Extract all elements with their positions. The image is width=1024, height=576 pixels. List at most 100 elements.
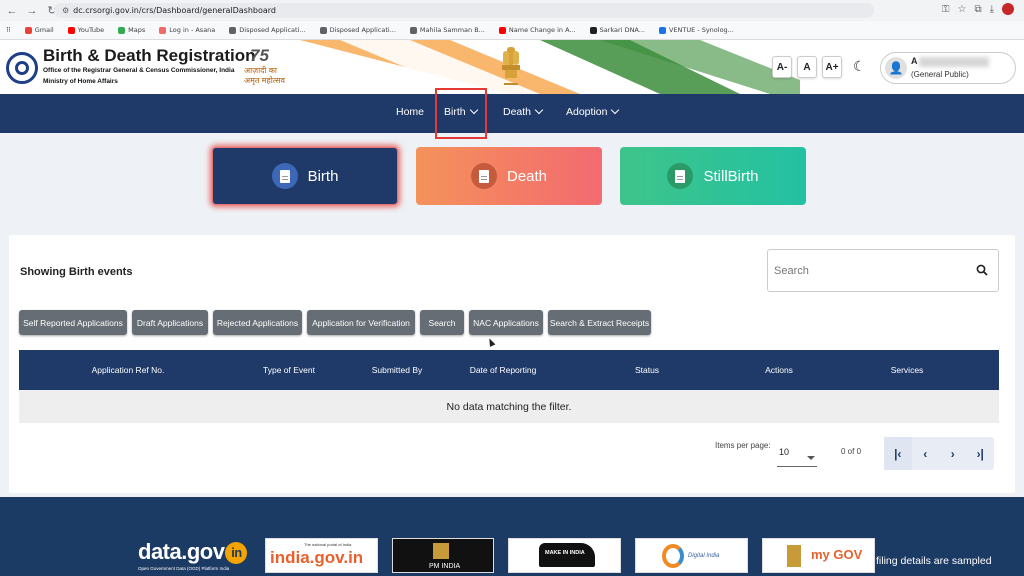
bookmark-item[interactable]: Maps <box>118 26 145 34</box>
bookmark-item[interactable]: Disposed Applicati... <box>229 26 306 34</box>
column-header[interactable]: Services <box>891 365 924 375</box>
column-header[interactable]: Date of Reporting <box>470 365 537 375</box>
column-header[interactable]: Actions <box>765 365 793 375</box>
stillbirth-event-card[interactable]: StillBirth <box>620 147 806 205</box>
back-icon[interactable]: ← <box>4 3 20 19</box>
chevron-down-icon <box>611 105 620 115</box>
apps-grid-icon[interactable]: ⠿ <box>6 26 11 34</box>
death-event-card[interactable]: Death <box>416 147 602 205</box>
download-icon[interactable]: ⤓ <box>990 4 994 15</box>
india-gov-logo[interactable]: The national portal of India india.gov.i… <box>265 538 378 573</box>
birth-event-card[interactable]: Birth <box>212 147 398 205</box>
crs-logo[interactable] <box>6 52 38 84</box>
bookmark-item[interactable]: Name Change in A... <box>498 26 576 34</box>
bookmark-favicon-icon <box>118 26 126 34</box>
emblem-icon <box>787 545 801 567</box>
main-navbar: Home Birth Death Adoption <box>0 94 1024 133</box>
bookmark-favicon-icon <box>24 26 32 34</box>
document-icon <box>470 163 497 189</box>
key-icon[interactable]: ⚿ <box>942 4 950 15</box>
next-page-icon[interactable]: › <box>939 437 967 470</box>
footer-note: filing details are sampled <box>876 555 992 567</box>
national-emblem-icon <box>502 47 520 85</box>
nav-home[interactable]: Home <box>396 106 424 118</box>
search-filter-button[interactable]: Search <box>420 310 464 335</box>
tricolor-band-right <box>540 40 800 94</box>
data-gov-logo[interactable]: data.gov in <box>138 539 248 565</box>
bookmark-favicon-icon <box>589 26 597 34</box>
column-header[interactable]: Application Ref No. <box>92 365 165 375</box>
font-normal-button[interactable]: A <box>797 56 817 78</box>
previous-page-icon[interactable]: ‹ <box>912 437 940 470</box>
column-header[interactable]: Submitted By <box>372 365 423 375</box>
events-panel: Showing Birth events Self Reported Appli… <box>9 235 1015 493</box>
search-input[interactable] <box>774 262 964 280</box>
first-page-icon[interactable]: |‹ <box>884 437 912 470</box>
make-in-india-logo[interactable]: MAKE IN INDIA <box>508 538 621 573</box>
document-icon <box>271 163 298 189</box>
font-decrease-button[interactable]: A- <box>772 56 792 78</box>
nav-death[interactable]: Death <box>503 105 544 118</box>
rejected-applications-button[interactable]: Rejected Applications <box>213 310 302 335</box>
dark-mode-icon[interactable]: ☾ <box>853 58 866 75</box>
stillbirth-card-label: StillBirth <box>703 167 759 185</box>
dropdown-caret-icon <box>807 456 815 460</box>
bookmarks-bar: ⠿ Gmail YouTube Maps Log in - Asana Disposed … <box>0 21 1024 40</box>
search-icon[interactable] <box>976 264 988 276</box>
tricolor-band-left <box>300 40 580 94</box>
bookmark-favicon-icon <box>159 26 167 34</box>
pm-india-logo[interactable]: PM INDIA <box>392 538 494 573</box>
bookmark-item[interactable]: Disposed Applicati... <box>319 26 396 34</box>
azadi-75-logo: 75 <box>250 46 269 65</box>
bookmark-item[interactable]: Log in - Asana <box>159 26 215 34</box>
bookmark-item[interactable]: VENTUE - Synolog... <box>658 26 734 34</box>
forward-icon[interactable]: → <box>24 3 40 19</box>
self-reported-applications-button[interactable]: Self Reported Applications <box>19 310 127 335</box>
site-info-icon[interactable]: ⚙ <box>62 6 69 15</box>
site-subtitle-ministry: Ministry of Home Affairs <box>43 78 118 85</box>
site-header: Birth & Death Registration Office of the… <box>0 40 1024 94</box>
user-menu[interactable]: 👤 A (General Public) <box>880 52 1016 84</box>
bookmark-item[interactable]: Mahila Samman B... <box>409 26 485 34</box>
last-page-icon[interactable]: ›| <box>967 437 995 470</box>
draft-applications-button[interactable]: Draft Applications <box>132 310 208 335</box>
empty-table-message: No data matching the filter. <box>19 390 999 423</box>
azadi-ka-amrit-mahotsav-logo: आज़ादी का अमृत महोत्सव <box>244 66 285 85</box>
bookmark-favicon-icon <box>498 26 506 34</box>
bookmark-item[interactable]: YouTube <box>67 26 104 34</box>
birth-menu-highlight <box>435 88 487 139</box>
column-header[interactable]: Type of Event <box>263 365 315 375</box>
bookmark-favicon-icon <box>319 26 327 34</box>
user-avatar-icon: 👤 <box>885 57 907 79</box>
table-header: Application Ref No. Type of Event Submit… <box>19 350 999 390</box>
extensions-icon[interactable]: ⧉ <box>974 4 981 15</box>
search-extract-receipts-button[interactable]: Search & Extract Receipts <box>548 310 651 335</box>
bookmark-favicon-icon <box>229 26 237 34</box>
application-for-verification-button[interactable]: Application for Verification <box>307 310 415 335</box>
site-subtitle-office: Office of the Registrar General & Census… <box>43 67 235 74</box>
font-increase-button[interactable]: A+ <box>822 56 842 78</box>
mygov-logo[interactable]: my GOV <box>762 538 875 573</box>
bookmark-item[interactable]: Sarkari DNA... <box>589 26 645 34</box>
bookmark-item[interactable]: Gmail <box>24 26 54 34</box>
birth-card-label: Birth <box>307 167 339 185</box>
user-role: (General Public) <box>911 70 969 79</box>
nac-applications-button[interactable]: NAC Applications <box>469 310 543 335</box>
footer: data.gov in Open Government Data (OGD) Pl… <box>0 497 1024 576</box>
user-name: A <box>911 56 918 66</box>
address-bar[interactable]: ⚙ dc.crsorgi.gov.in/crs/Dashboard/genera… <box>54 3 874 18</box>
panel-title: Showing Birth events <box>20 266 133 278</box>
bookmark-favicon-icon <box>658 26 666 34</box>
search-field[interactable] <box>767 249 999 292</box>
star-icon[interactable]: ☆ <box>957 4 966 15</box>
items-per-page-select[interactable]: 10 <box>777 442 817 467</box>
nav-adoption[interactable]: Adoption <box>566 105 620 118</box>
pagination-controls: |‹ ‹ › ›| <box>884 437 994 470</box>
digital-india-icon <box>662 544 684 568</box>
column-header[interactable]: Status <box>635 365 659 375</box>
site-title: Birth & Death Registration <box>43 46 256 65</box>
bookmark-favicon-icon <box>409 26 417 34</box>
profile-avatar[interactable] <box>1002 3 1014 15</box>
pagination-range: 0 of 0 <box>841 447 862 456</box>
digital-india-logo[interactable]: Digital India <box>635 538 748 573</box>
